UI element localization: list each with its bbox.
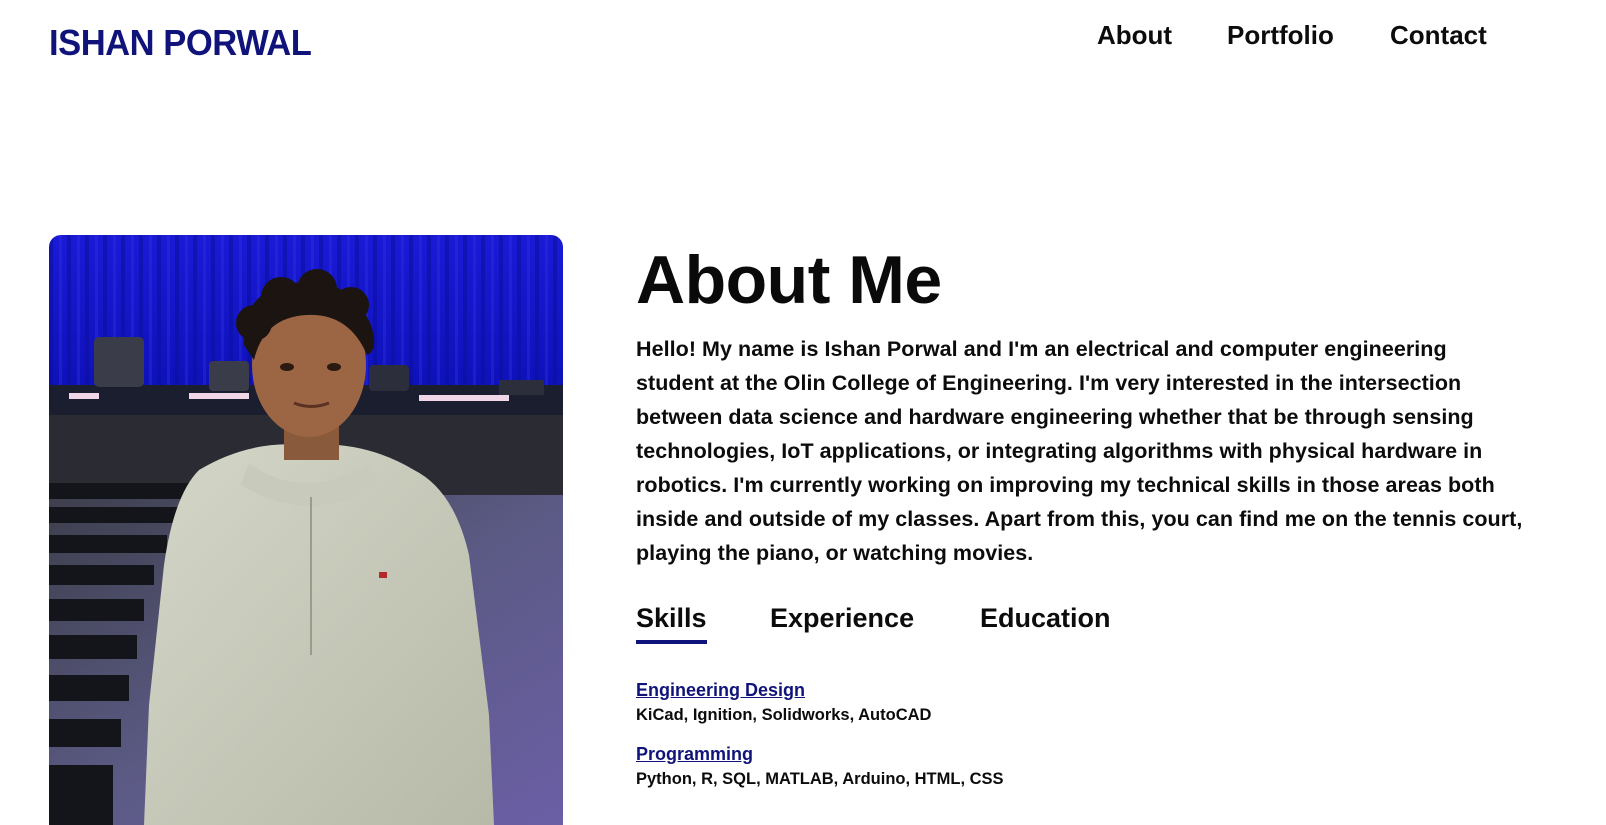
skill-group-programming: Programming Python, R, SQL, MATLAB, Ardu… [636,742,1336,792]
skill-list: KiCad, Ignition, Solidworks, AutoCAD [636,706,932,724]
tab-education[interactable]: Education [980,600,1111,636]
skill-list: Python, R, SQL, MATLAB, Arduino, HTML, C… [636,770,1004,788]
skills-panel: Engineering Design KiCad, Ignition, Soli… [636,678,1336,806]
nav-link-about[interactable]: About [1097,20,1172,50]
site-logo[interactable]: ISHAN PORWAL [49,25,312,61]
profile-photo [49,235,563,825]
nav-link-contact[interactable]: Contact [1390,20,1487,50]
skill-title-link[interactable]: Engineering Design [636,678,805,702]
bio-paragraph: Hello! My name is Ishan Porwal and I'm a… [636,337,1523,565]
tab-experience[interactable]: Experience [770,600,914,636]
skill-title-link[interactable]: Programming [636,742,753,766]
nav-link-portfolio[interactable]: Portfolio [1227,20,1334,50]
tab-skills[interactable]: Skills [636,600,707,644]
page-title: About Me [636,242,942,318]
about-tabs: Skills Experience Education [636,600,1236,646]
skill-group-engineering-design: Engineering Design KiCad, Ignition, Soli… [636,678,1336,728]
site-header: ISHAN PORWAL About Portfolio Contact [0,0,1606,100]
